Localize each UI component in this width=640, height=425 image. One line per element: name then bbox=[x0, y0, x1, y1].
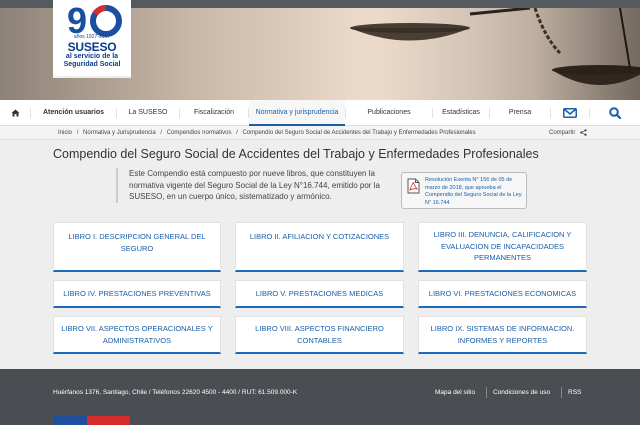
book-card-6[interactable]: LIBRO VI. PRESTACIONES ECONOMICAS bbox=[418, 280, 587, 308]
resolution-link-text: Resolución Exenta N° 156 de 05 de marzo … bbox=[425, 177, 522, 206]
footer-link-conditions[interactable]: Condiciones de uso bbox=[493, 389, 550, 396]
svg-text:9: 9 bbox=[67, 2, 87, 38]
share-icon bbox=[580, 129, 587, 136]
logo-name: SUSESO bbox=[67, 40, 117, 54]
breadcrumb-normativa[interactable]: Normativa y Jurisprudencia bbox=[83, 130, 156, 136]
nav-item-publicaciones[interactable]: Publicaciones bbox=[346, 100, 432, 126]
book-card-8[interactable]: LIBRO VIII. ASPECTOS FINANCIERO CONTABLE… bbox=[235, 316, 404, 354]
nav-item-la-suseso[interactable]: La SUSESO bbox=[117, 100, 179, 126]
logo-tagline-1: al servicio de la bbox=[65, 53, 119, 60]
flag-stripe-red bbox=[87, 416, 130, 425]
main-nav: Atención usuarios La SUSESO Fiscalizació… bbox=[0, 100, 640, 126]
book-card-7[interactable]: LIBRO VII. ASPECTOS OPERACIONALES Y ADMI… bbox=[53, 316, 221, 354]
search-icon bbox=[609, 107, 622, 120]
book-card-4[interactable]: LIBRO IV. PRESTACIONES PREVENTIVAS bbox=[53, 280, 221, 308]
logo-90-emblem: 9 bbox=[67, 2, 122, 38]
home-icon bbox=[11, 109, 19, 117]
nav-item-estadisticas[interactable]: Estadísticas bbox=[433, 100, 489, 126]
breadcrumb: Inicio / Normativa y Jurisprudencia / Co… bbox=[0, 126, 640, 140]
intro-paragraph: Este Compendio está compuesto por nueve … bbox=[116, 168, 392, 203]
resolution-link[interactable]: Resolución Exenta N° 156 de 05 de marzo … bbox=[401, 172, 527, 209]
breadcrumb-compendios[interactable]: Compendios normativos bbox=[167, 130, 232, 136]
book-card-1[interactable]: LIBRO I. DESCRIPCION GENERAL DEL SEGURO bbox=[53, 222, 221, 272]
breadcrumb-inicio[interactable]: Inicio bbox=[58, 130, 72, 136]
share-label: Compartir bbox=[549, 130, 576, 136]
book-card-5[interactable]: LIBRO V. PRESTACIONES MEDICAS bbox=[235, 280, 404, 308]
site-footer: Huérfanos 1376, Santiago, Chile / Teléfo… bbox=[0, 369, 640, 425]
book-card-9[interactable]: LIBRO IX. SISTEMAS DE INFORMACION. INFOR… bbox=[418, 316, 587, 354]
breadcrumb-current: Compendio del Seguro Social de Accidente… bbox=[242, 130, 476, 136]
nav-item-atencion-usuarios[interactable]: Atención usuarios bbox=[31, 100, 116, 126]
home-nav-button[interactable] bbox=[0, 100, 30, 126]
nav-item-normativa[interactable]: Normativa y jurisprudencia bbox=[249, 100, 345, 126]
nav-item-fiscalizacion[interactable]: Fiscalización bbox=[180, 100, 248, 126]
nav-item-prensa[interactable]: Prensa bbox=[490, 100, 550, 126]
suseso-logo[interactable]: 9 años 1927-2017 SUSESO al servicio de l… bbox=[53, 0, 131, 78]
logo-tagline-2: Seguridad Social bbox=[63, 61, 121, 68]
footer-address: Huérfanos 1376, Santiago, Chile / Teléfo… bbox=[53, 389, 298, 396]
search-button[interactable] bbox=[590, 100, 640, 126]
share-button[interactable]: Compartir bbox=[549, 126, 587, 140]
mail-button[interactable] bbox=[551, 100, 589, 126]
footer-link-rss[interactable]: RSS bbox=[568, 389, 581, 396]
footer-link-sitemap[interactable]: Mapa del sitio bbox=[435, 389, 475, 396]
justice-scale-image bbox=[350, 8, 640, 85]
pdf-icon bbox=[407, 178, 420, 194]
mail-icon bbox=[563, 108, 577, 118]
book-card-2[interactable]: LIBRO II. AFILIACION Y COTIZACIONES bbox=[235, 222, 404, 272]
flag-stripe-blue bbox=[53, 416, 87, 425]
book-card-3[interactable]: LIBRO III. DENUNCIA, CALIFICACION Y EVAL… bbox=[418, 222, 587, 272]
page-title: Compendio del Seguro Social de Accidente… bbox=[53, 147, 539, 161]
